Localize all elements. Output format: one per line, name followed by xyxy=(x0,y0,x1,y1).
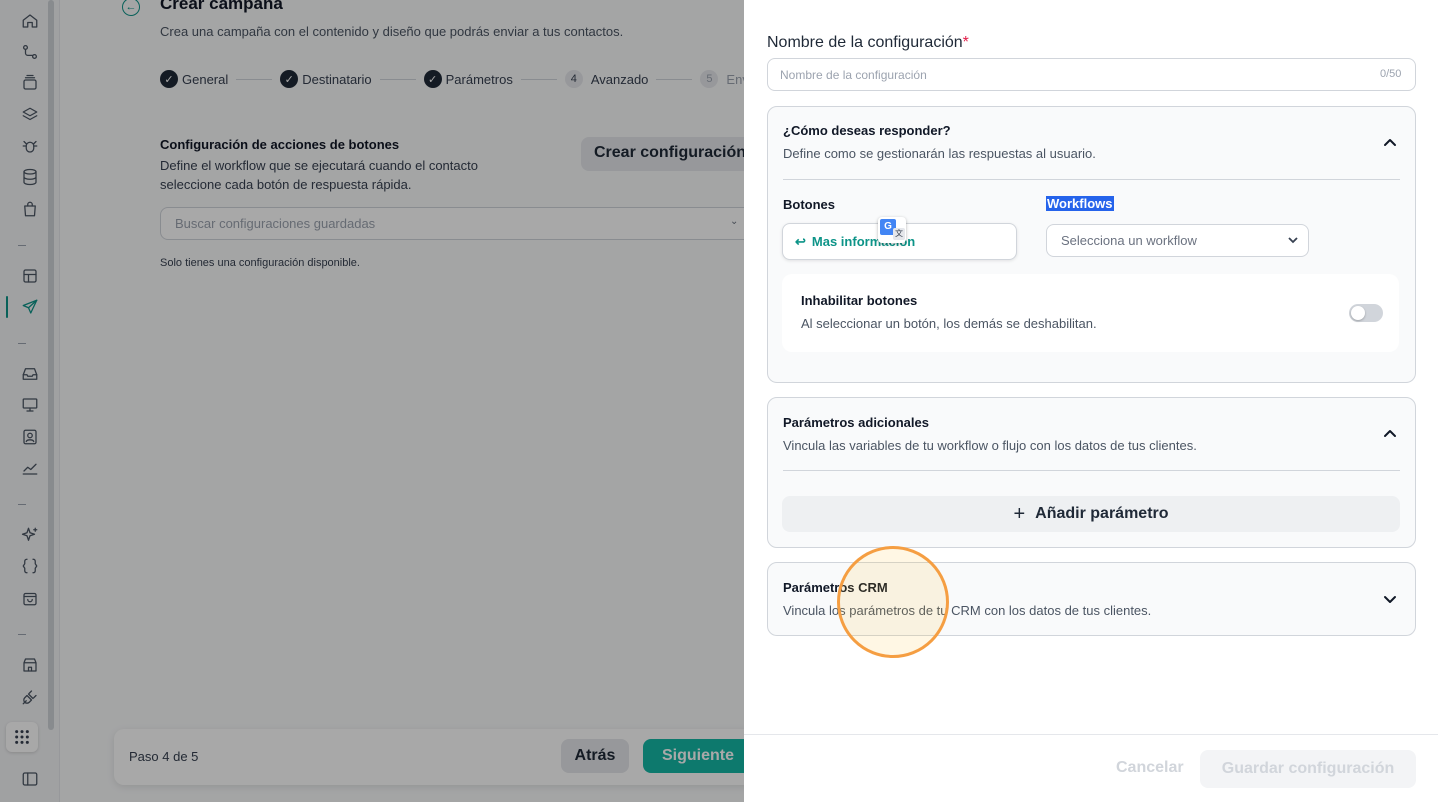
chevron-up-icon[interactable] xyxy=(1382,135,1398,151)
workflows-column-label: Workflows xyxy=(1046,196,1114,211)
cancel-button[interactable]: Cancelar xyxy=(1116,759,1184,777)
chevron-down-icon[interactable] xyxy=(1382,591,1398,607)
divider xyxy=(783,179,1400,180)
workflow-select[interactable]: Selecciona un workflow xyxy=(1046,224,1309,257)
required-mark: * xyxy=(962,34,969,51)
buttons-column-label: Botones xyxy=(783,197,835,212)
char-counter: 0/50 xyxy=(1380,68,1402,80)
extra-params-title: Parámetros adicionales xyxy=(783,415,929,430)
divider xyxy=(783,470,1400,471)
crm-params-desc: Vincula los parámetros de tu CRM con los… xyxy=(783,603,1152,618)
disable-buttons-toggle[interactable] xyxy=(1349,304,1383,322)
chevron-up-icon[interactable] xyxy=(1382,426,1398,442)
reply-arrow-icon: ↩ xyxy=(795,233,806,249)
config-name-label: Nombre de la configuración* xyxy=(767,34,969,52)
respond-title: ¿Cómo deseas responder? xyxy=(783,123,951,138)
translate-icon[interactable]: G文 xyxy=(878,217,906,243)
extra-params-card: Parámetros adicionales Vincula las varia… xyxy=(767,397,1416,548)
save-config-button[interactable]: Guardar configuración xyxy=(1200,750,1416,788)
toggle-knob xyxy=(1351,306,1365,320)
respond-card: ¿Cómo deseas responder? Define como se g… xyxy=(767,106,1416,383)
extra-params-desc: Vincula las variables de tu workflow o f… xyxy=(783,438,1197,453)
modal-backdrop[interactable] xyxy=(0,0,744,802)
disable-buttons-title: Inhabilitar botones xyxy=(801,293,918,308)
crm-params-card[interactable]: Parámetros CRM Vincula los parámetros de… xyxy=(767,562,1416,636)
workflow-select-value: Selecciona un workflow xyxy=(1061,233,1197,248)
plus-icon: + xyxy=(1013,503,1026,525)
config-name-input[interactable] xyxy=(767,58,1416,91)
add-parameter-button[interactable]: + Añadir parámetro xyxy=(782,496,1400,532)
drawer-footer: Cancelar Guardar configuración xyxy=(744,734,1438,802)
chevron-down-icon xyxy=(1287,234,1299,246)
config-drawer: Nombre de la configuración* 0/50 ¿Cómo d… xyxy=(744,0,1438,802)
disable-buttons-setting: Inhabilitar botones Al seleccionar un bo… xyxy=(782,274,1399,352)
crm-params-title: Parámetros CRM xyxy=(783,580,888,595)
config-name-label-text: Nombre de la configuración xyxy=(767,34,963,51)
add-parameter-label: Añadir parámetro xyxy=(1035,505,1169,522)
disable-buttons-desc: Al seleccionar un botón, los demás se de… xyxy=(801,316,1097,331)
respond-desc: Define como se gestionarán las respuesta… xyxy=(783,146,1096,161)
